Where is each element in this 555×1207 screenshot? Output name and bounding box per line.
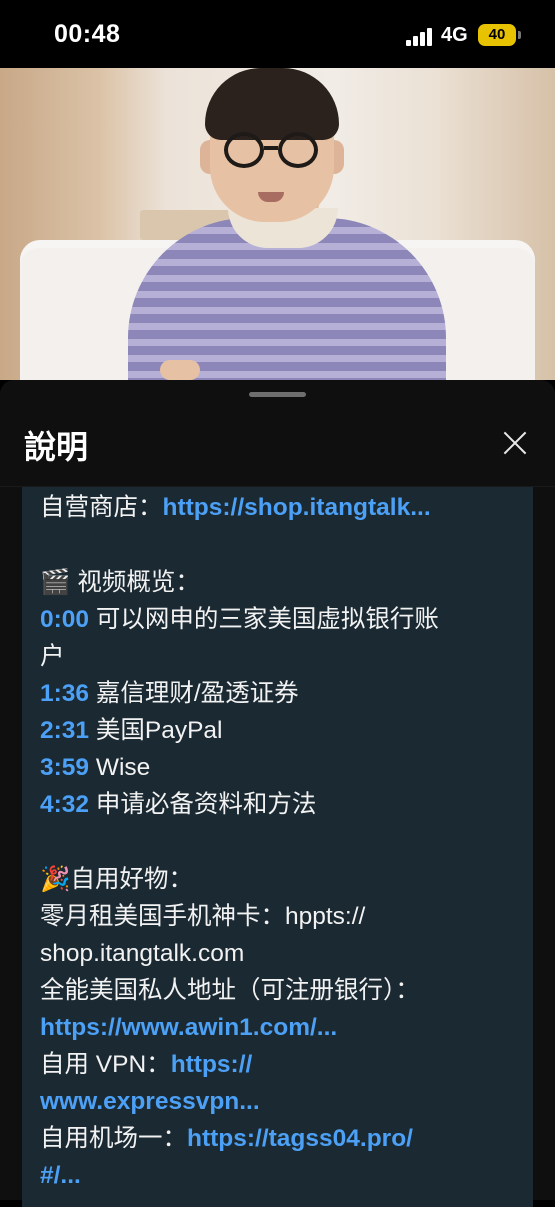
chapter-timestamp[interactable]: 0:00 [40,606,89,633]
video-person-glasses-bridge [264,146,278,150]
network-type: 4G [441,24,468,46]
chapter-timestamp[interactable]: 1:36 [40,680,89,707]
sheet-title: 說明 [24,429,89,465]
video-person-glasses [224,132,264,168]
goods-label: 自用好物： [70,866,194,893]
vpn-link[interactable]: https:// [171,1051,253,1078]
address-label: 全能美国私人地址（可注册银行）： [40,977,420,1004]
description-sheet: 說明 自营商店：https://shop.itangtalk... 🎬 视频概览… [0,380,555,1207]
chapter-title: 美国PayPal [95,717,223,744]
video-person-glasses [278,132,318,168]
signal-icon [406,28,434,46]
video-player[interactable] [0,68,555,380]
vpn-link-cont[interactable]: www.expressvpn... [40,1083,520,1120]
overview-label: 视频概览： [70,569,200,596]
video-person-hair [205,68,339,140]
status-bar: 00:48 4G 40 [0,0,555,68]
clapper-icon: 🎬 [40,567,71,596]
party-popper-icon: 🎉 [40,864,71,893]
sim-label: 零月租美国手机神卡：hppts:// [40,903,366,930]
sim-label-cont: shop.itangtalk.com [40,940,245,967]
chapter-title: 户 [40,643,65,670]
chapter-title: 嘉信理财/盈透证券 [95,680,299,707]
close-icon[interactable] [498,426,532,460]
drag-handle[interactable] [249,392,306,397]
address-link[interactable]: https://www.awin1.com/... [40,1009,520,1046]
description-card: 自营商店：https://shop.itangtalk... 🎬 视频概览： 0… [22,487,533,1207]
chapter-title: 可以网申的三家美国虚拟银行账 [95,606,439,633]
vpn-label: 自用 VPN： [40,1051,171,1078]
chapter-timestamp[interactable]: 2:31 [40,717,89,744]
status-time: 00:48 [54,20,121,48]
airport-label: 自用机场一： [40,1125,187,1152]
battery-tip [518,31,521,39]
chapter-timestamp[interactable]: 3:59 [40,754,89,781]
description-text: 自营商店：https://shop.itangtalk... 🎬 视频概览： 0… [40,487,520,1194]
chapter-title: 申请必备资料和方法 [95,791,317,818]
chapter-timestamp[interactable]: 4:32 [40,791,89,818]
video-person-hand [160,360,200,380]
chapter-title: Wise [95,754,151,781]
airport-link[interactable]: https://tagss04.pro/ [187,1125,413,1152]
shop-link[interactable]: https://shop.itangtalk... [163,494,431,521]
shop-label: 自营商店： [40,494,163,521]
battery-icon: 40 [478,24,516,46]
airport-link-cont[interactable]: #/... [40,1157,520,1194]
